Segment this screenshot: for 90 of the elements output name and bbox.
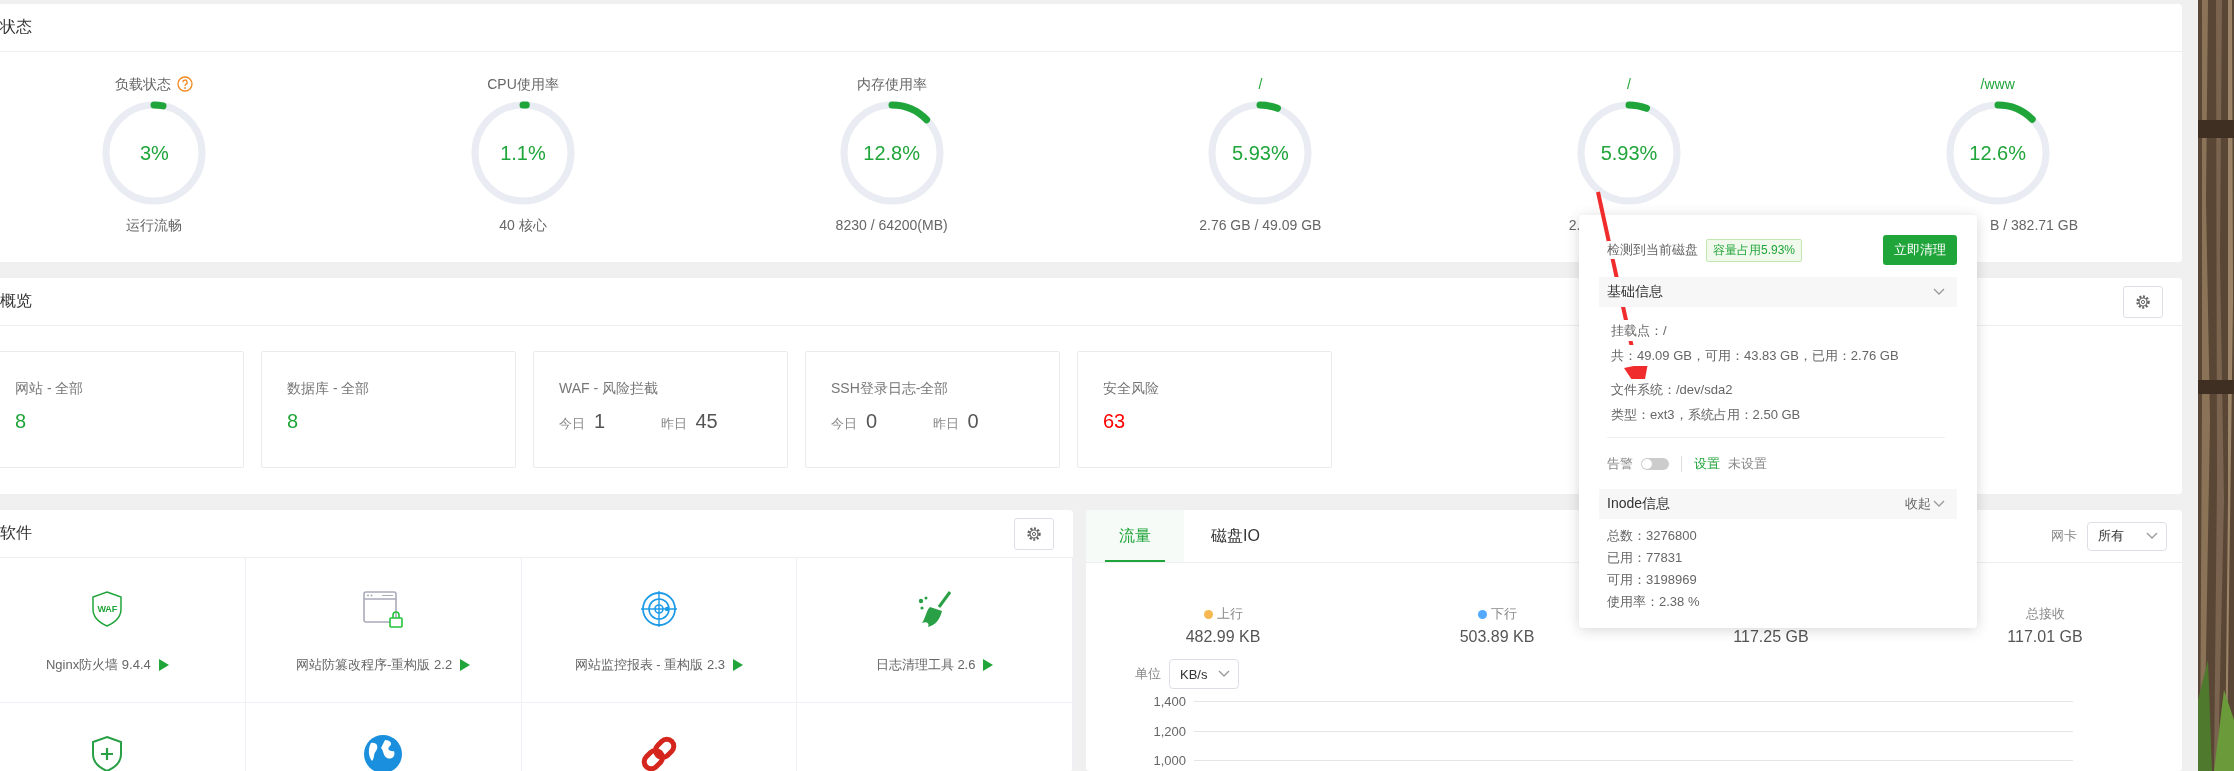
yesterday-value: 45	[695, 409, 718, 434]
stat-value: 482.99 KB	[1185, 627, 1261, 647]
card-label: 网站 - 全部	[15, 379, 85, 398]
stat-card[interactable]: 数据库 - 全部 8	[261, 351, 516, 468]
card-value: 8	[287, 409, 299, 434]
section-header[interactable]: 基础信息	[1599, 277, 1957, 307]
panel-title: 状态	[0, 17, 32, 37]
gauge-label: CPU使用率	[487, 75, 559, 94]
usage-tag: 容量占用5.93%	[1706, 238, 1803, 262]
play-icon[interactable]	[983, 659, 994, 671]
card-value: 8	[15, 409, 27, 434]
stat-card[interactable]: WAF - 风险拦截 今日 1 昨日 45	[533, 351, 788, 468]
play-icon[interactable]	[158, 659, 169, 671]
panel-title: 软件	[0, 523, 32, 543]
play-icon[interactable]	[733, 659, 743, 671]
gauge-caption: 运行流畅	[126, 216, 183, 235]
stat-card[interactable]: 网站 - 全部 8	[0, 351, 244, 468]
gauge-label: /www	[1980, 75, 2015, 94]
gauge-label: 内存使用率	[856, 75, 927, 94]
stat-label: 总接收	[2025, 605, 2065, 623]
gauge-caption: 2.	[1568, 216, 1581, 235]
yesterday-value: 0	[967, 409, 979, 434]
axis-tick-label: 1,000	[1152, 753, 1187, 769]
gauge-value: 1.1%	[500, 141, 546, 165]
card-value: 63	[1103, 409, 1126, 434]
today-value: 1	[594, 409, 606, 434]
software-link[interactable]: 网站监控报表 - 重构版 2.3	[574, 655, 725, 675]
gauge-value: 5.93%	[1231, 141, 1289, 165]
gauge-caption: 8230 / 64200(MB)	[835, 216, 948, 235]
icon-label: WAF	[97, 604, 118, 614]
yesterday-label: 昨日	[932, 415, 959, 433]
chevron-down-icon	[1218, 670, 1230, 678]
stat-label: 上行	[1216, 605, 1243, 623]
clean-button[interactable]: 立即清理	[1883, 235, 1957, 265]
alert-toggle[interactable]	[1641, 458, 1669, 470]
settings-icon	[2135, 293, 2151, 310]
panel-title: 概览	[0, 291, 32, 311]
popup-heading: 检测到当前磁盘	[1607, 241, 1698, 259]
gauge-value: 5.93%	[1600, 141, 1658, 165]
nic-label: 网卡	[2051, 527, 2077, 545]
nic-select[interactable]: 所有	[2087, 521, 2167, 551]
today-label: 今日	[831, 415, 857, 433]
stat-value: 503.89 KB	[1459, 627, 1535, 647]
tab[interactable]: 磁盘IO	[1184, 510, 1287, 562]
gauge-caption: 40 核心	[499, 216, 547, 235]
gauge-value: 3%	[139, 141, 169, 165]
software-link[interactable]: Nginx防火墙 9.4.4	[46, 655, 151, 675]
help-icon	[177, 76, 194, 92]
gauge-caption: 2.76 GB / 49.09 GB	[1199, 216, 1322, 235]
axis-tick-label: 1,400	[1152, 694, 1187, 710]
gauge-label: /	[1627, 75, 1631, 94]
tab[interactable]: 流量	[1086, 510, 1184, 562]
chevron-down-icon	[1933, 288, 1945, 296]
settings-link[interactable]: 设置	[1694, 455, 1720, 473]
radar-icon	[639, 590, 678, 628]
gauge-value: 12.8%	[863, 141, 920, 165]
chevron-down-icon	[1933, 500, 1945, 508]
software-link[interactable]: 日志清理工具 2.6	[875, 655, 976, 675]
card-label: WAF - 风险拦截	[559, 379, 660, 398]
stat-value: 117.01 GB	[2007, 627, 2083, 647]
axis-tick-label: 1,200	[1152, 723, 1187, 739]
stat-label: 下行	[1490, 605, 1517, 623]
card-label: 安全风险	[1103, 379, 1160, 398]
gauge-caption: B / 382.71 GB	[1990, 216, 2078, 235]
gauge-value: 12.6%	[1969, 141, 2026, 165]
chevron-down-icon	[2146, 532, 2158, 540]
unit-label: 单位	[1135, 665, 1161, 683]
yesterday-label: 昨日	[660, 415, 687, 433]
section-title: Inode信息	[1607, 495, 1671, 513]
settings-button[interactable]	[1014, 517, 1054, 550]
unit-select[interactable]: KB/s	[1169, 659, 1239, 689]
card-label: SSH登录日志-全部	[831, 379, 950, 398]
browser-lock-icon	[362, 589, 405, 629]
shield-plus-icon	[90, 735, 125, 771]
alert-label: 告警	[1607, 455, 1633, 473]
play-icon[interactable]	[460, 659, 471, 671]
stat-card[interactable]: 安全风险 63	[1077, 351, 1332, 468]
settings-button[interactable]	[2123, 285, 2163, 318]
collapse-button[interactable]: 收起	[1905, 495, 1945, 513]
gauge-label: /	[1258, 75, 1263, 94]
stat-card[interactable]: SSH登录日志-全部 今日 0 昨日 0	[805, 351, 1060, 468]
alert-status: 未设置	[1728, 455, 1767, 473]
gauge-label: 负载状态	[115, 75, 172, 94]
today-value: 0	[866, 409, 878, 434]
settings-icon	[1026, 525, 1042, 542]
shield-icon	[90, 590, 125, 628]
card-label: 数据库 - 全部	[287, 379, 371, 398]
stat-value: 117.25 GB	[1733, 627, 1809, 647]
software-link[interactable]: 网站防篡改程序-重构版 2.2	[296, 655, 453, 675]
today-label: 今日	[559, 415, 585, 433]
